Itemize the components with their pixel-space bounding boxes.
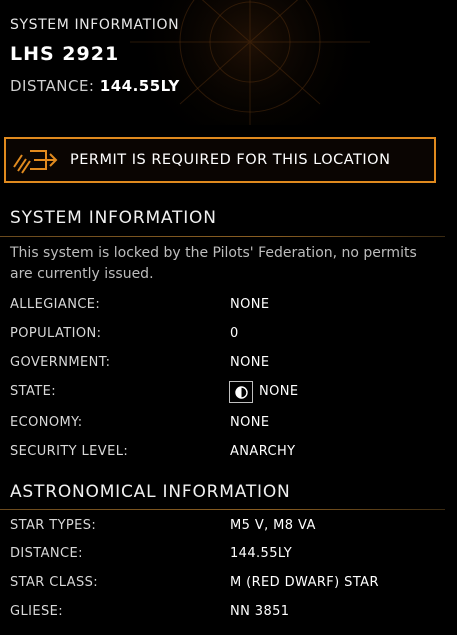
row-label: ALLEGIANCE: [10, 297, 101, 312]
info-row-population: POPULATION: 0 [0, 323, 445, 345]
row-label: STAR CLASS: [10, 575, 99, 590]
astro-row-distance: DISTANCE: 144.55LY [0, 543, 445, 565]
row-label: POPULATION: [10, 326, 102, 341]
system-name: LHS 2921 [10, 43, 120, 65]
system-header: SYSTEM INFORMATION LHS 2921 DISTANCE: 14… [0, 0, 457, 125]
row-value: M (RED DWARF) STAR [230, 575, 379, 590]
row-label: STAR TYPES: [10, 518, 97, 533]
row-value: NONE [230, 415, 270, 430]
header-distance-value: 144.55LY [99, 77, 180, 95]
row-label: ECONOMY: [10, 415, 83, 430]
info-row-security: SECURITY LEVEL: ANARCHY [0, 441, 445, 463]
permit-text: PERMIT IS REQUIRED FOR THIS LOCATION [70, 152, 391, 168]
info-row-allegiance: ALLEGIANCE: NONE [0, 294, 445, 316]
info-row-economy: ECONOMY: NONE [0, 412, 445, 434]
state-half-circle-icon[interactable] [229, 381, 253, 403]
astro-row-star-class: STAR CLASS: M (RED DWARF) STAR [0, 572, 445, 594]
row-value: ANARCHY [230, 444, 296, 459]
row-value: NN 3851 [230, 604, 290, 619]
row-value: 0 [230, 326, 239, 341]
system-description: This system is locked by the Pilots' Fed… [10, 245, 417, 282]
row-value: M5 V, M8 VA [230, 518, 316, 533]
system-info-panel: SYSTEM INFORMATION LHS 2921 DISTANCE: 14… [0, 0, 457, 635]
row-label: DISTANCE: [10, 546, 83, 561]
row-value: NONE [259, 384, 299, 399]
section-title-system-info: SYSTEM INFORMATION [10, 208, 217, 228]
section-title-astronomical-info: ASTRONOMICAL INFORMATION [10, 482, 291, 502]
row-label: STATE: [10, 384, 57, 399]
row-label: GOVERNMENT: [10, 355, 111, 370]
row-value: 144.55LY [230, 546, 293, 561]
header-distance: DISTANCE: 144.55LY [10, 77, 180, 95]
section-divider [0, 509, 445, 510]
header-distance-label: DISTANCE: [10, 77, 95, 95]
row-label: SECURITY LEVEL: [10, 444, 129, 459]
header-label: SYSTEM INFORMATION [10, 17, 180, 33]
row-value: NONE [230, 355, 270, 370]
astro-row-gliese: GLIESE: NN 3851 [0, 601, 445, 623]
row-label: GLIESE: [10, 604, 64, 619]
permit-arrow-icon [13, 150, 58, 174]
info-row-government: GOVERNMENT: NONE [0, 352, 445, 374]
permit-banner[interactable]: PERMIT IS REQUIRED FOR THIS LOCATION [4, 137, 436, 183]
row-value: NONE [230, 297, 270, 312]
astro-row-star-types: STAR TYPES: M5 V, M8 VA [0, 515, 445, 537]
info-row-state: STATE: NONE [0, 381, 445, 403]
section-divider [0, 236, 445, 237]
